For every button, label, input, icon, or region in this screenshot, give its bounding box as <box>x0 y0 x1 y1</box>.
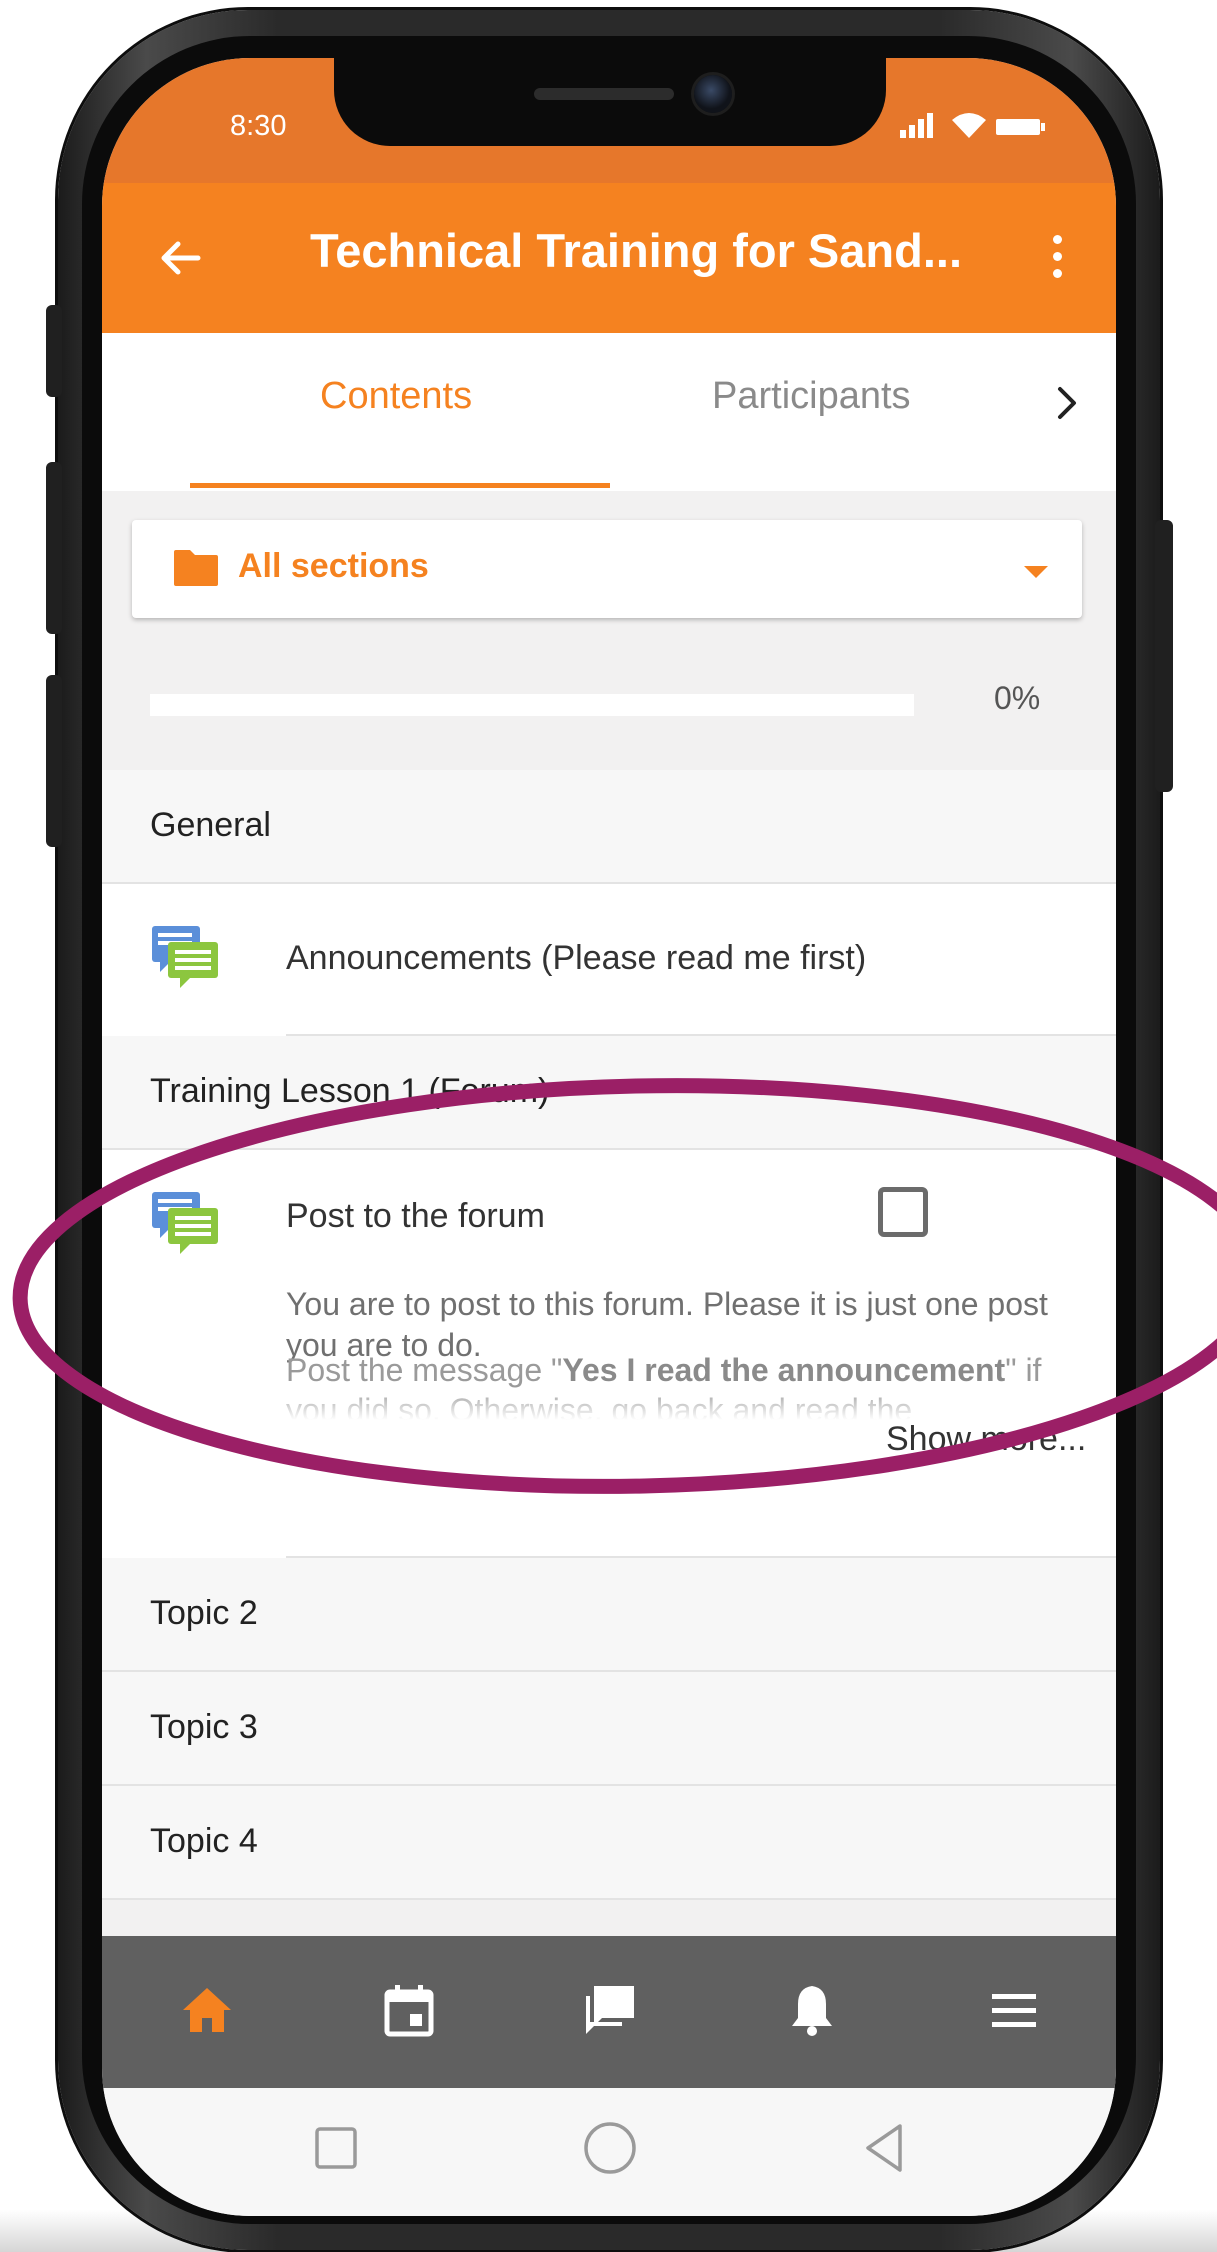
silent-switch <box>46 305 62 397</box>
calendar-icon[interactable] <box>379 1980 439 2040</box>
chevron-right-icon[interactable] <box>1052 383 1082 423</box>
recents-button[interactable] <box>306 2118 366 2178</box>
front-camera <box>694 75 732 113</box>
section-header-topic-3[interactable]: Topic 3 <box>102 1672 1116 1786</box>
bottom-tab-bar <box>102 1936 1116 2088</box>
section-selector-label: All sections <box>238 547 429 585</box>
show-more-link[interactable]: Show more... <box>886 1420 1086 1459</box>
section-title: Topic 3 <box>150 1708 258 1746</box>
home-button[interactable] <box>580 2118 640 2178</box>
activity-description-more: Post the message "Yes I read the announc… <box>286 1352 1042 1420</box>
earpiece-speaker <box>534 88 674 100</box>
forum-icon <box>152 926 218 988</box>
caret-down-icon <box>1024 566 1048 578</box>
course-progress-label: 0% <box>994 680 1041 716</box>
page-title: Technical Training for Sand... <box>310 224 963 277</box>
activity-title: Announcements (Please read me first) <box>286 939 867 977</box>
section-header-lesson-1[interactable]: Training Lesson 1 (Forum) <box>102 1036 1116 1150</box>
tab-bar: Contents Participants <box>102 333 1116 491</box>
menu-icon[interactable] <box>984 1980 1044 2040</box>
section-title: General <box>150 806 271 844</box>
home-icon[interactable] <box>177 1980 237 2040</box>
status-time: 8:30 <box>230 110 287 142</box>
power-button <box>1155 520 1173 792</box>
section-selector[interactable]: All sections <box>132 520 1082 618</box>
section-header-general[interactable]: General <box>102 770 1116 884</box>
battery-icon <box>996 119 1045 135</box>
notch <box>334 58 886 146</box>
section-title: Topic 2 <box>150 1594 258 1632</box>
course-progress-bar <box>150 694 914 716</box>
activity-announcements[interactable]: Announcements (Please read me first) <box>102 884 1116 1036</box>
section-header-topic-4[interactable]: Topic 4 <box>102 1786 1116 1900</box>
active-tab-indicator <box>190 483 610 488</box>
bell-icon[interactable] <box>782 1980 842 2040</box>
arrow-left-icon[interactable] <box>154 231 208 285</box>
completion-checkbox[interactable] <box>878 1187 928 1237</box>
app-bar: Technical Training for Sand... <box>102 183 1116 333</box>
status-bar: 8:30 <box>102 58 1116 183</box>
section-title: Topic 4 <box>150 1822 258 1860</box>
back-button[interactable] <box>854 2118 914 2178</box>
status-icons <box>900 113 1045 138</box>
signal-icon <box>900 113 933 138</box>
messages-icon[interactable] <box>580 1980 640 2040</box>
tab-contents[interactable]: Contents <box>320 375 472 418</box>
phone-screen: 8:30 Technical Training for Sand... Cont… <box>102 58 1116 2216</box>
tab-participants[interactable]: Participants <box>712 375 911 418</box>
volume-up-button <box>46 462 62 634</box>
volume-down-button <box>46 675 62 847</box>
activity-title: Post to the forum <box>286 1197 545 1235</box>
wifi-icon <box>952 113 986 138</box>
folder-icon <box>174 550 218 586</box>
more-vertical-icon[interactable] <box>1042 227 1072 287</box>
activity-post-to-forum[interactable]: Post to the forum You are to post to thi… <box>102 1150 1116 1558</box>
forum-icon <box>152 1192 218 1254</box>
system-nav-bar <box>102 2088 1116 2216</box>
section-title: Training Lesson 1 (Forum) <box>150 1072 550 1110</box>
section-header-topic-2[interactable]: Topic 2 <box>102 1558 1116 1672</box>
